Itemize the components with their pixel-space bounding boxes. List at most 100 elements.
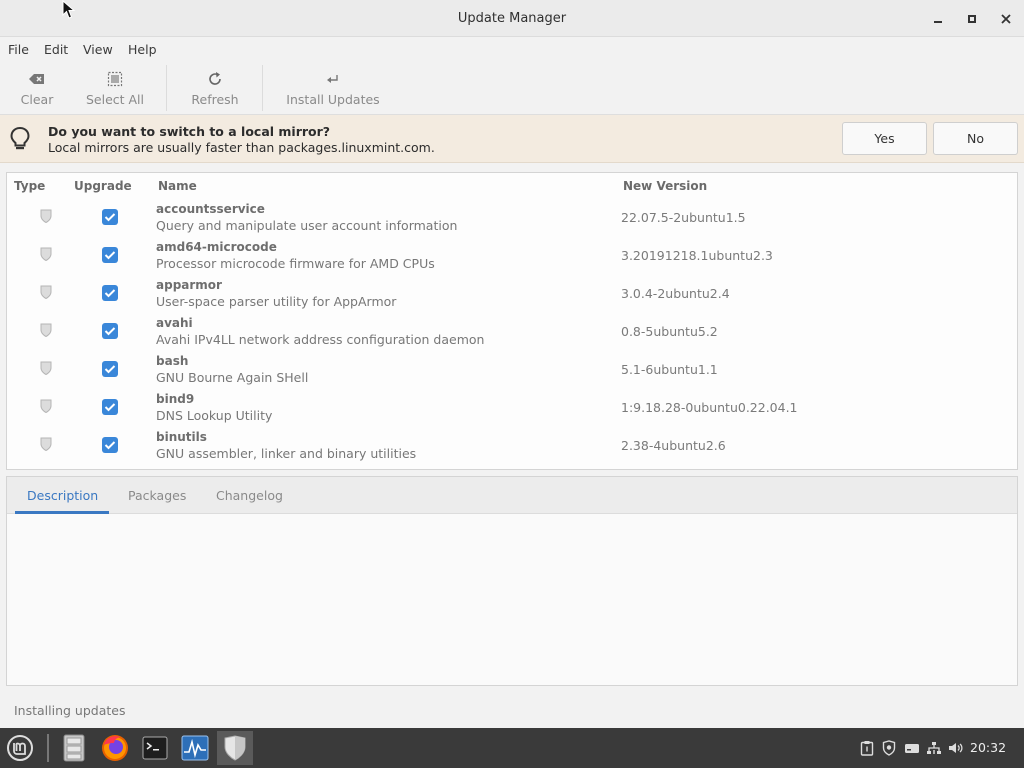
system-monitor-launcher[interactable] bbox=[177, 731, 213, 765]
infobar-message: Local mirrors are usually faster than pa… bbox=[48, 140, 435, 155]
mirror-infobar: Do you want to switch to a local mirror?… bbox=[0, 115, 1024, 163]
upgrade-checkbox[interactable] bbox=[102, 437, 118, 453]
package-version: 0.8-5ubuntu5.2 bbox=[621, 324, 718, 339]
table-row[interactable]: binutils GNU assembler, linker and binar… bbox=[7, 427, 1017, 465]
shield-icon bbox=[40, 285, 52, 299]
shield-icon bbox=[40, 209, 52, 223]
shield-icon bbox=[40, 361, 52, 375]
mint-menu-button[interactable] bbox=[2, 731, 38, 765]
column-header-upgrade[interactable]: Upgrade bbox=[74, 179, 132, 193]
column-header-version[interactable]: New Version bbox=[623, 179, 707, 193]
clipboard-tray-button[interactable] bbox=[858, 739, 876, 757]
tab-changelog[interactable]: Changelog bbox=[216, 488, 283, 503]
close-button[interactable] bbox=[996, 9, 1016, 29]
table-row[interactable]: accountsservice Query and manipulate use… bbox=[7, 199, 1017, 237]
tab-packages[interactable]: Packages bbox=[128, 488, 186, 503]
close-icon bbox=[1001, 14, 1011, 24]
checkmark-icon bbox=[104, 251, 116, 260]
minimize-button[interactable] bbox=[928, 9, 948, 29]
shield-icon bbox=[40, 323, 52, 337]
refresh-label: Refresh bbox=[191, 92, 239, 107]
package-description: Processor microcode firmware for AMD CPU… bbox=[156, 256, 435, 271]
menu-help[interactable]: Help bbox=[128, 42, 157, 57]
table-row[interactable]: apparmor User-space parser utility for A… bbox=[7, 275, 1017, 313]
clipboard-icon bbox=[860, 741, 874, 756]
select-all-icon bbox=[107, 68, 123, 90]
file-manager-launcher[interactable] bbox=[56, 731, 92, 765]
checkmark-icon bbox=[104, 213, 116, 222]
menu-file[interactable]: File bbox=[8, 42, 29, 57]
column-header-type[interactable]: Type bbox=[14, 179, 45, 193]
terminal-launcher[interactable] bbox=[137, 731, 173, 765]
upgrade-checkbox[interactable] bbox=[102, 209, 118, 225]
maximize-button[interactable] bbox=[962, 9, 982, 29]
table-row[interactable]: avahi Avahi IPv4LL network address confi… bbox=[7, 313, 1017, 351]
select-all-label: Select All bbox=[85, 92, 145, 107]
minimize-icon bbox=[934, 21, 942, 23]
package-description: User-space parser utility for AppArmor bbox=[156, 294, 397, 309]
maximize-icon bbox=[968, 15, 976, 23]
shield-icon bbox=[40, 399, 52, 413]
checkmark-icon bbox=[104, 403, 116, 412]
network-icon bbox=[927, 742, 941, 754]
yes-button[interactable]: Yes bbox=[842, 122, 927, 155]
refresh-button[interactable]: Refresh bbox=[186, 61, 244, 115]
package-version: 3.20191218.1ubuntu2.3 bbox=[621, 248, 773, 263]
upgrade-checkbox[interactable] bbox=[102, 247, 118, 263]
column-header-name[interactable]: Name bbox=[158, 179, 197, 193]
taskbar-clock[interactable]: 20:32 bbox=[970, 740, 1006, 755]
checkmark-icon bbox=[104, 289, 116, 298]
shield-icon bbox=[40, 247, 52, 261]
volume-tray-button[interactable] bbox=[946, 739, 966, 757]
update-shield-tray-button[interactable] bbox=[880, 739, 898, 757]
clear-label: Clear bbox=[20, 92, 54, 107]
tab-description[interactable]: Description bbox=[27, 488, 98, 503]
select-all-button[interactable]: Select All bbox=[82, 61, 148, 115]
mouse-pointer-icon bbox=[62, 0, 76, 19]
drive-tray-button[interactable] bbox=[902, 739, 922, 757]
upgrade-checkbox[interactable] bbox=[102, 399, 118, 415]
details-panel: Description Packages Changelog bbox=[6, 476, 1018, 686]
menu-view[interactable]: View bbox=[83, 42, 113, 57]
clear-button[interactable]: Clear bbox=[14, 61, 60, 115]
update-manager-task[interactable] bbox=[217, 731, 253, 765]
table-row[interactable]: amd64-microcode Processor microcode firm… bbox=[7, 237, 1017, 275]
upgrade-checkbox[interactable] bbox=[102, 285, 118, 301]
system-monitor-icon bbox=[181, 735, 209, 761]
upgrade-checkbox[interactable] bbox=[102, 361, 118, 377]
upgrade-checkbox[interactable] bbox=[102, 323, 118, 339]
table-row[interactable]: bind9 DNS Lookup Utility 1:9.18.28-0ubun… bbox=[7, 389, 1017, 427]
checkmark-icon bbox=[104, 327, 116, 336]
network-tray-button[interactable] bbox=[924, 739, 944, 757]
package-description: Avahi IPv4LL network address configurati… bbox=[156, 332, 485, 347]
package-name: apparmor bbox=[156, 278, 222, 292]
backspace-icon bbox=[28, 68, 46, 90]
menu-edit[interactable]: Edit bbox=[44, 42, 68, 57]
package-list: Type Upgrade Name New Version accountsse… bbox=[6, 172, 1018, 470]
active-tab-indicator bbox=[15, 511, 109, 514]
drive-icon bbox=[905, 744, 919, 753]
infobar-title: Do you want to switch to a local mirror? bbox=[48, 124, 331, 139]
linux-mint-logo-icon bbox=[7, 735, 33, 761]
tab-bar: Description Packages Changelog bbox=[7, 477, 1017, 514]
firefox-launcher[interactable] bbox=[97, 731, 133, 765]
package-version: 3.0.4-2ubuntu2.4 bbox=[621, 286, 730, 301]
menu-bar: File Edit View Help bbox=[0, 37, 1024, 61]
toolbar: Clear Select All Refresh Install Updates bbox=[0, 61, 1024, 115]
toolbar-separator bbox=[262, 65, 263, 111]
file-cabinet-icon bbox=[63, 734, 85, 762]
window-title: Update Manager bbox=[457, 11, 567, 26]
toolbar-separator bbox=[166, 65, 167, 111]
checkmark-icon bbox=[104, 441, 116, 450]
table-row[interactable]: bash GNU Bourne Again SHell 5.1-6ubuntu1… bbox=[7, 351, 1017, 389]
package-version: 5.1-6ubuntu1.1 bbox=[621, 362, 718, 377]
package-name: avahi bbox=[156, 316, 193, 330]
shield-icon bbox=[224, 735, 246, 761]
package-name: bash bbox=[156, 354, 189, 368]
taskbar: 20:32 bbox=[0, 728, 1024, 768]
package-name: accountsservice bbox=[156, 202, 265, 216]
package-name: bind9 bbox=[156, 392, 195, 406]
no-button[interactable]: No bbox=[933, 122, 1018, 155]
install-updates-button[interactable]: Install Updates bbox=[282, 61, 384, 115]
package-name: binutils bbox=[156, 430, 207, 444]
